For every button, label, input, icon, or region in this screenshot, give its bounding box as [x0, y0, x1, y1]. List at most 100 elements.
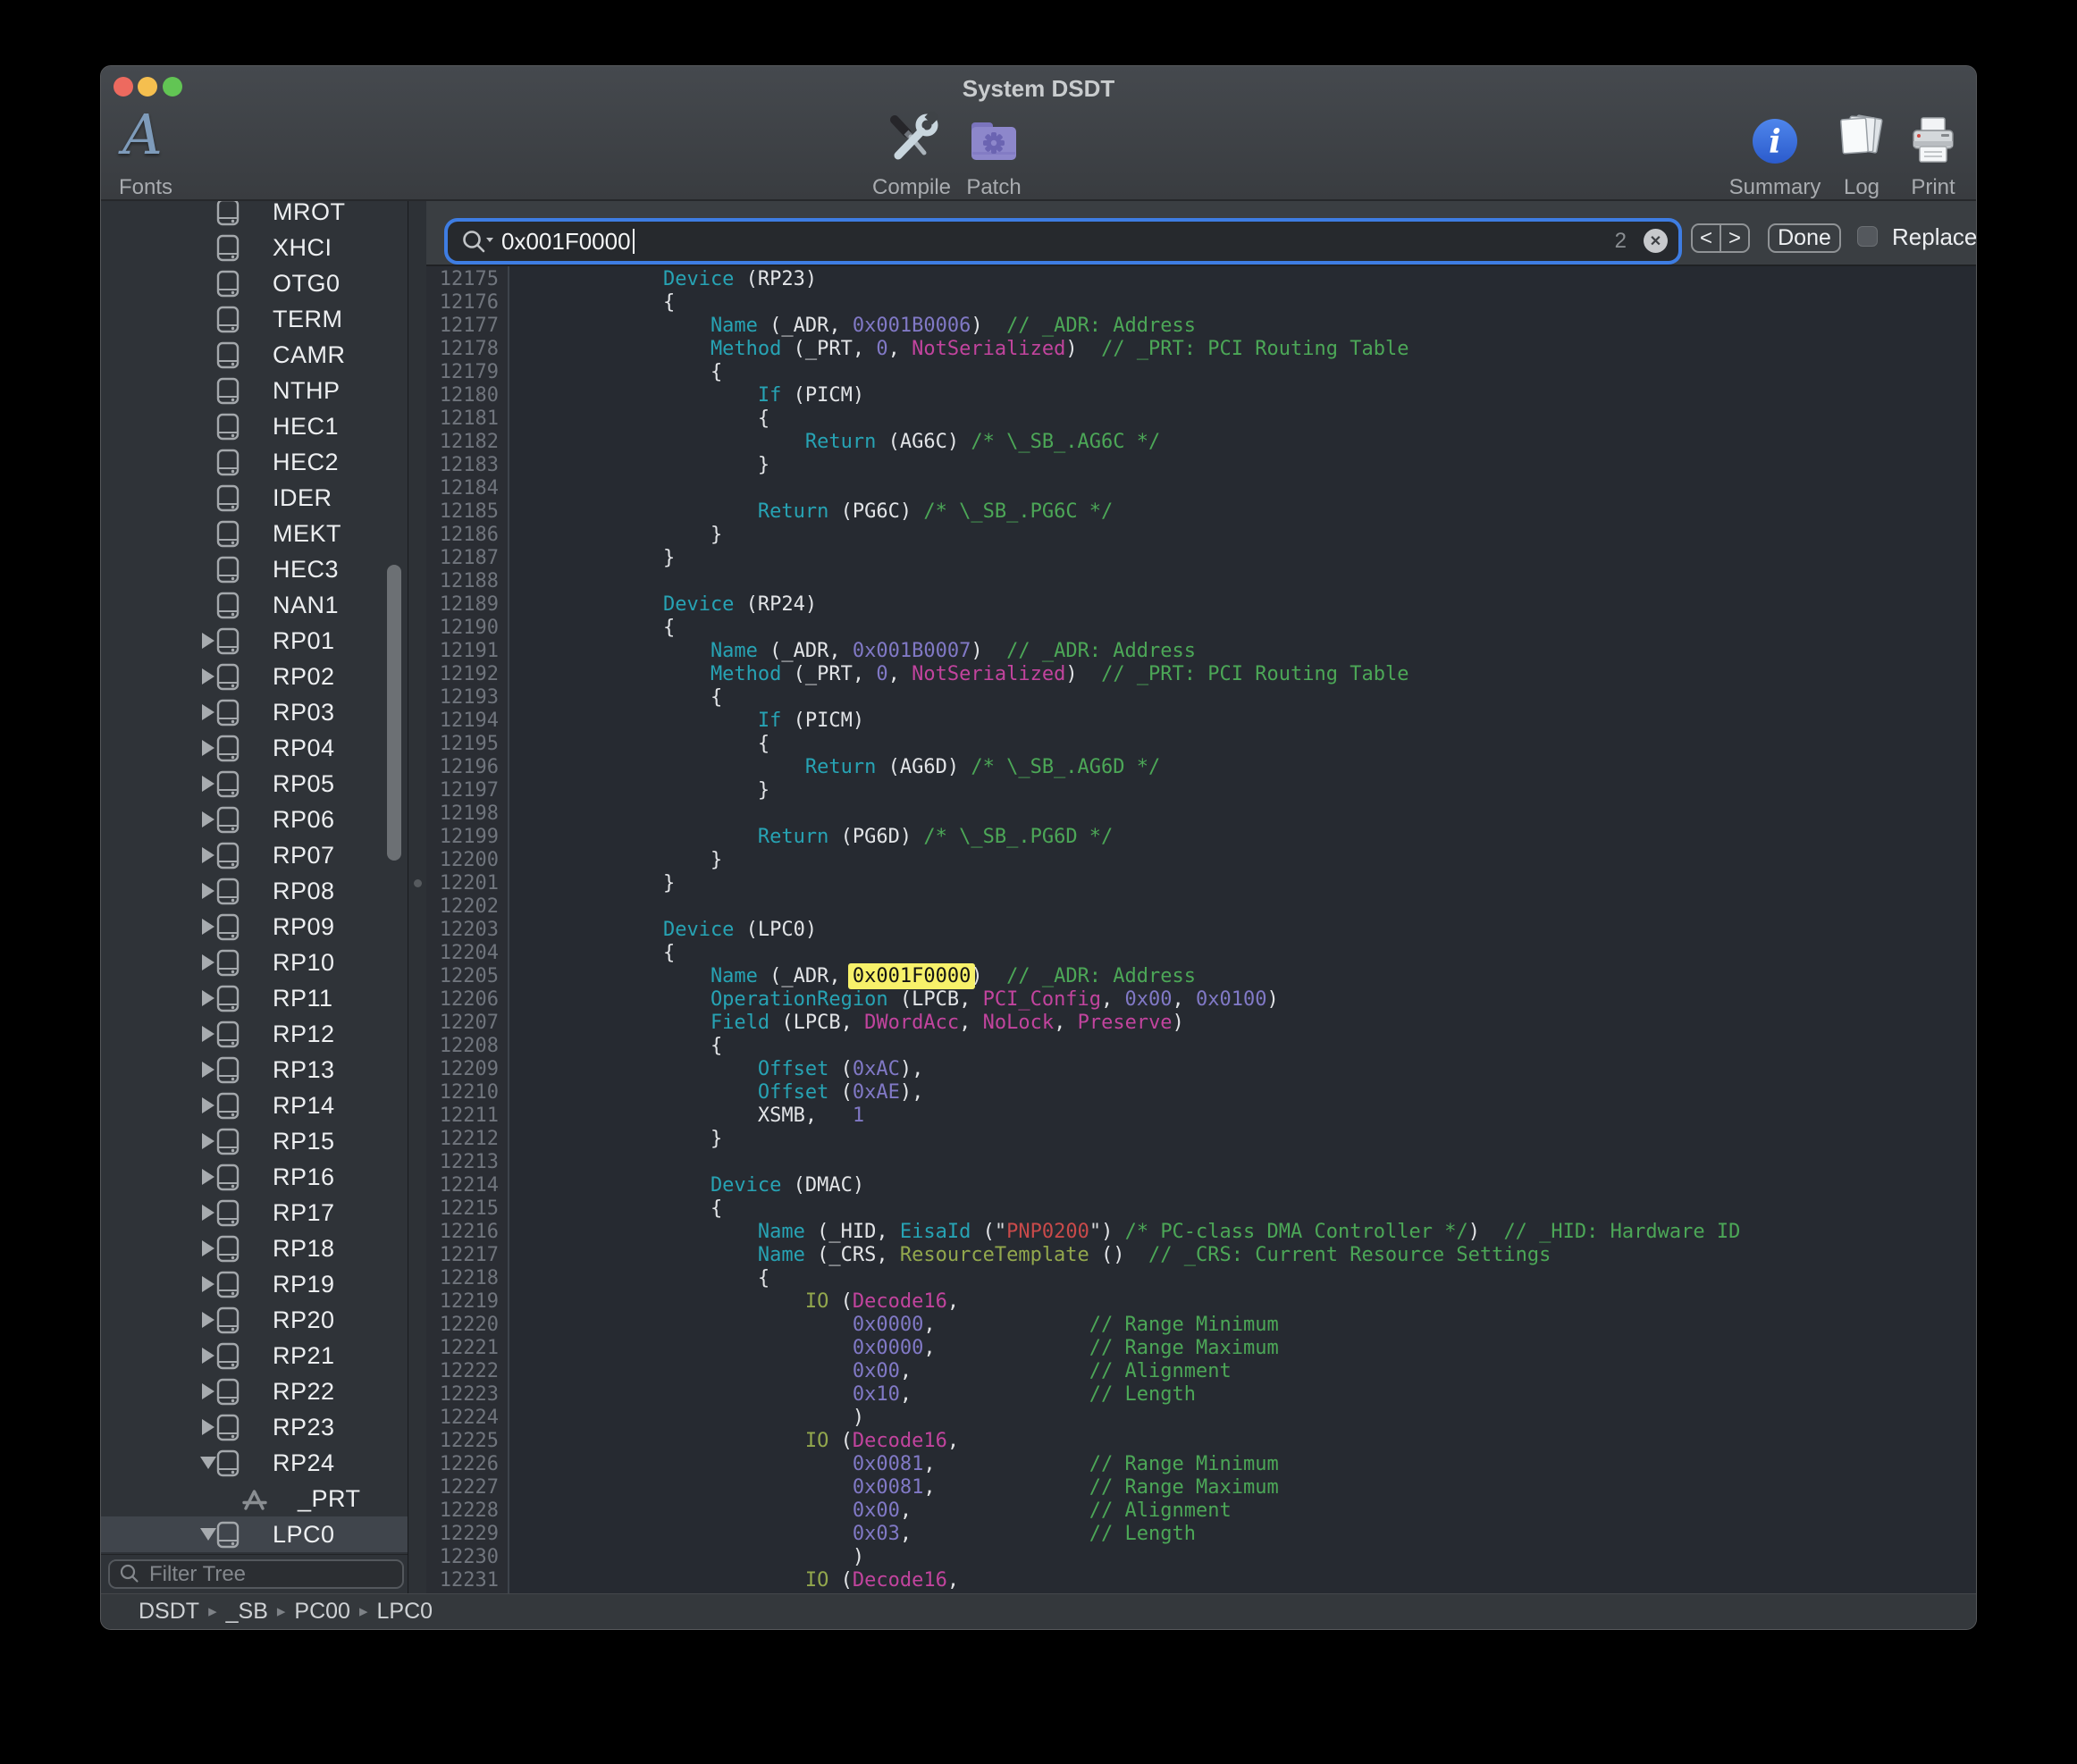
log-icon[interactable] [1835, 112, 1888, 167]
clear-search-icon[interactable]: ✕ [1644, 229, 1668, 253]
tree-item-HEC2[interactable]: HEC2 [101, 444, 408, 480]
tree-item-HEC3[interactable]: HEC3 [101, 551, 408, 587]
code-line[interactable]: 12208 { [426, 1035, 1976, 1058]
breadcrumb-item-LPC0[interactable]: LPC0 [377, 1599, 433, 1624]
code-line[interactable]: 12218 { [426, 1267, 1976, 1290]
code-editor[interactable]: 12175 Device (RP23)12176 {12177 Name (_A… [426, 266, 1976, 1593]
disclosure-collapsed-icon[interactable] [202, 1348, 214, 1364]
search-input[interactable]: 0x001F0000 2 ✕ [448, 222, 1678, 261]
next-match-button[interactable]: > [1721, 225, 1748, 251]
code-line[interactable]: 12201 } [426, 872, 1976, 895]
disclosure-collapsed-icon[interactable] [202, 1097, 214, 1113]
summary-button-label[interactable]: Summary [1729, 175, 1821, 200]
tree-item-RP08[interactable]: RP08 [101, 873, 408, 909]
disclosure-collapsed-icon[interactable] [202, 990, 214, 1006]
code-line[interactable]: 12224 ) [426, 1407, 1976, 1430]
filter-tree-input[interactable]: Filter Tree [108, 1559, 404, 1589]
code-line[interactable]: 12195 { [426, 733, 1976, 756]
tree-item-RP02[interactable]: RP02 [101, 659, 408, 694]
tree-item-RP19[interactable]: RP19 [101, 1266, 408, 1302]
replace-checkbox[interactable] [1857, 226, 1878, 247]
disclosure-collapsed-icon[interactable] [202, 919, 214, 935]
code-line[interactable]: 12194 If (PICM) [426, 710, 1976, 733]
code-line[interactable]: 12225 IO (Decode16, [426, 1430, 1976, 1453]
breadcrumb-item-_SB[interactable]: _SB [226, 1599, 268, 1624]
code-line[interactable]: 12177 Name (_ADR, 0x001B0006) // _ADR: A… [426, 315, 1976, 338]
disclosure-collapsed-icon[interactable] [202, 883, 214, 899]
code-line[interactable]: 12178 Method (_PRT, 0, NotSerialized) //… [426, 338, 1976, 361]
disclosure-collapsed-icon[interactable] [202, 776, 214, 792]
code-line[interactable]: 12223 0x10, // Length [426, 1383, 1976, 1407]
code-line[interactable]: 12197 } [426, 779, 1976, 802]
code-line[interactable]: 12214 Device (DMAC) [426, 1174, 1976, 1197]
code-line[interactable]: 12231 IO (Decode16, [426, 1569, 1976, 1592]
disclosure-collapsed-icon[interactable] [202, 1383, 214, 1399]
tree-item-RP04[interactable]: RP04 [101, 730, 408, 766]
disclosure-collapsed-icon[interactable] [202, 1312, 214, 1328]
dsdt-tree[interactable]: MROTXHCIOTG0TERMCAMRNTHPHEC1HEC2IDERMEKT… [101, 201, 408, 1555]
disclosure-collapsed-icon[interactable] [202, 1062, 214, 1078]
tree-item-RP13[interactable]: RP13 [101, 1052, 408, 1088]
code-line[interactable]: 12198 [426, 802, 1976, 826]
tree-item-RP11[interactable]: RP11 [101, 980, 408, 1016]
code-line[interactable]: 12184 [426, 477, 1976, 500]
code-line[interactable]: 12181 { [426, 407, 1976, 431]
disclosure-collapsed-icon[interactable] [202, 740, 214, 756]
code-line[interactable]: 12188 [426, 570, 1976, 593]
disclosure-collapsed-icon[interactable] [202, 633, 214, 649]
disclosure-collapsed-icon[interactable] [202, 1205, 214, 1221]
tree-item-RP14[interactable]: RP14 [101, 1088, 408, 1123]
code-line[interactable]: 12193 { [426, 686, 1976, 710]
code-line[interactable]: 12180 If (PICM) [426, 384, 1976, 407]
code-line[interactable]: 12183 } [426, 454, 1976, 477]
tree-item-HEC1[interactable]: HEC1 [101, 408, 408, 444]
disclosure-collapsed-icon[interactable] [202, 1276, 214, 1292]
titlebar-toolbar[interactable]: System DSDT A Fonts Compile Patc [101, 66, 1976, 201]
tree-item-IDER[interactable]: IDER [101, 480, 408, 516]
code-line[interactable]: 12230 ) [426, 1546, 1976, 1569]
disclosure-collapsed-icon[interactable] [202, 704, 214, 720]
code-line[interactable]: 12196 Return (AG6D) /* \_SB_.AG6D */ [426, 756, 1976, 779]
code-line[interactable]: 12229 0x03, // Length [426, 1523, 1976, 1546]
code-line[interactable]: 12190 { [426, 617, 1976, 640]
code-line[interactable]: 12205 Name (_ADR, 0x001F0000) // _ADR: A… [426, 965, 1976, 988]
disclosure-collapsed-icon[interactable] [202, 1133, 214, 1149]
code-line[interactable]: 12185 Return (PG6C) /* \_SB_.PG6C */ [426, 500, 1976, 524]
code-line[interactable]: 12203 Device (LPC0) [426, 919, 1976, 942]
code-line[interactable]: 12175 Device (RP23) [426, 268, 1976, 291]
tree-item-RP18[interactable]: RP18 [101, 1231, 408, 1266]
compile-icon[interactable] [883, 112, 938, 169]
disclosure-collapsed-icon[interactable] [202, 1419, 214, 1435]
code-line[interactable]: 12176 { [426, 291, 1976, 315]
code-line[interactable]: 12221 0x0000, // Range Maximum [426, 1337, 1976, 1360]
tree-item-RP20[interactable]: RP20 [101, 1302, 408, 1338]
tree-item-LPC0[interactable]: LPC0 [101, 1516, 408, 1552]
code-line[interactable]: 12207 Field (LPCB, DWordAcc, NoLock, Pre… [426, 1012, 1976, 1035]
tree-item-NAN1[interactable]: NAN1 [101, 587, 408, 623]
tree-item-RP23[interactable]: RP23 [101, 1409, 408, 1445]
sidebar-scrollbar[interactable] [387, 565, 401, 861]
disclosure-expanded-icon[interactable] [200, 1528, 216, 1541]
tree-item-OTG0[interactable]: OTG0 [101, 265, 408, 301]
tree-item-_PRT[interactable]: _PRT [101, 1481, 408, 1516]
code-line[interactable]: 12204 { [426, 942, 1976, 965]
code-line[interactable]: 12187 } [426, 547, 1976, 570]
print-button-label[interactable]: Print [1911, 175, 1955, 200]
done-button[interactable]: Done [1768, 223, 1841, 253]
disclosure-collapsed-icon[interactable] [202, 1026, 214, 1042]
tree-item-TERM[interactable]: TERM [101, 301, 408, 337]
splitter-handle-dot[interactable] [414, 879, 422, 887]
print-icon[interactable] [1908, 114, 1958, 166]
code-line[interactable]: 12179 { [426, 361, 1976, 384]
tree-item-RP01[interactable]: RP01 [101, 623, 408, 659]
tree-item-MROT[interactable]: MROT [101, 201, 408, 230]
tree-item-RP05[interactable]: RP05 [101, 766, 408, 802]
code-line[interactable]: 12182 Return (AG6C) /* \_SB_.AG6C */ [426, 431, 1976, 454]
code-line[interactable]: 12228 0x00, // Alignment [426, 1499, 1976, 1523]
tree-item-RP24[interactable]: RP24 [101, 1445, 408, 1481]
code-line[interactable]: 12220 0x0000, // Range Minimum [426, 1314, 1976, 1337]
code-line[interactable]: 12186 } [426, 524, 1976, 547]
code-line[interactable]: 12210 Offset (0xAE), [426, 1081, 1976, 1105]
previous-match-button[interactable]: < [1693, 225, 1721, 251]
disclosure-collapsed-icon[interactable] [202, 1240, 214, 1256]
